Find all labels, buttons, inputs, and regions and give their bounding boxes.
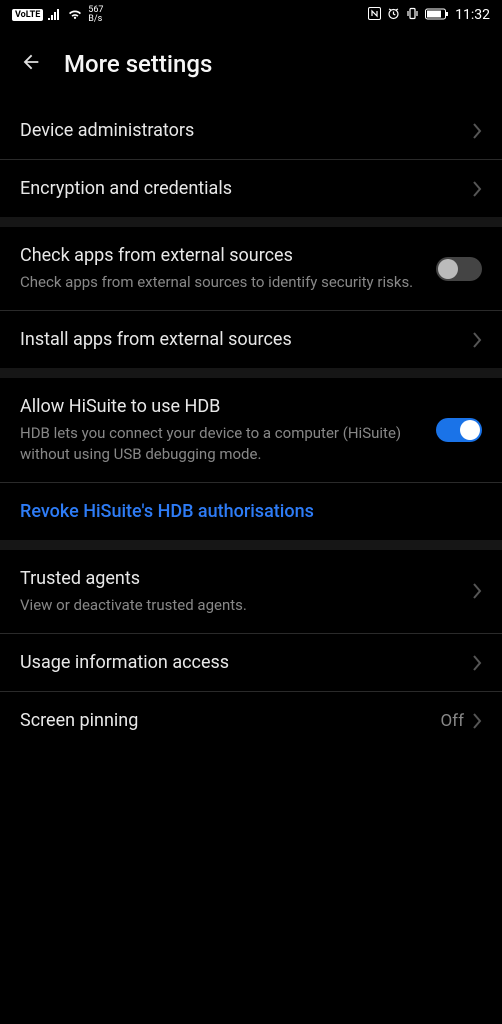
chevron-right-icon bbox=[472, 582, 482, 600]
toggle-hisuite-hdb[interactable] bbox=[436, 418, 482, 442]
row-value: Off bbox=[440, 711, 464, 731]
title-bar: More settings bbox=[0, 30, 502, 102]
row-screen-pinning[interactable]: Screen pinning Off bbox=[0, 692, 502, 749]
settings-group-3: Allow HiSuite to use HDB HDB lets you co… bbox=[0, 378, 502, 540]
vibrate-icon bbox=[406, 7, 419, 23]
section-divider bbox=[0, 540, 502, 550]
row-title: Encryption and credentials bbox=[20, 178, 472, 199]
row-title: Install apps from external sources bbox=[20, 329, 472, 350]
row-revoke-hdb-auth[interactable]: Revoke HiSuite's HDB authorisations bbox=[0, 483, 502, 540]
row-subtitle: HDB lets you connect your device to a co… bbox=[20, 423, 436, 464]
row-subtitle: Check apps from external sources to iden… bbox=[20, 272, 436, 292]
chevron-right-icon bbox=[472, 122, 482, 140]
row-title: Usage information access bbox=[20, 652, 472, 673]
battery-icon bbox=[425, 8, 449, 23]
alarm-icon bbox=[387, 7, 400, 23]
toggle-check-apps[interactable] bbox=[436, 257, 482, 281]
status-left: VoLTE 567 B/s bbox=[12, 6, 103, 24]
chevron-right-icon bbox=[472, 180, 482, 198]
settings-group-4: Trusted agents View or deactivate truste… bbox=[0, 550, 502, 755]
section-divider bbox=[0, 368, 502, 378]
row-encryption-credentials[interactable]: Encryption and credentials bbox=[0, 160, 502, 217]
row-subtitle: View or deactivate trusted agents. bbox=[20, 595, 472, 615]
row-usage-information-access[interactable]: Usage information access bbox=[0, 634, 502, 692]
link-text: Revoke HiSuite's HDB authorisations bbox=[20, 501, 314, 522]
back-button[interactable] bbox=[20, 51, 42, 77]
row-trusted-agents[interactable]: Trusted agents View or deactivate truste… bbox=[0, 550, 502, 634]
row-check-apps-external[interactable]: Check apps from external sources Check a… bbox=[0, 227, 502, 311]
row-title: Check apps from external sources bbox=[20, 245, 436, 266]
settings-group-1: Device administrators Encryption and cre… bbox=[0, 102, 502, 217]
status-bar: VoLTE 567 B/s 11:32 bbox=[0, 0, 502, 30]
volte-badge: VoLTE bbox=[12, 9, 43, 21]
page-title: More settings bbox=[64, 50, 212, 78]
row-title: Device administrators bbox=[20, 120, 472, 141]
chevron-right-icon bbox=[472, 712, 482, 730]
chevron-right-icon bbox=[472, 654, 482, 672]
row-title: Allow HiSuite to use HDB bbox=[20, 396, 436, 417]
row-title: Screen pinning bbox=[20, 710, 440, 731]
chevron-right-icon bbox=[472, 331, 482, 349]
section-divider bbox=[0, 217, 502, 227]
arrow-left-icon bbox=[20, 51, 42, 73]
row-device-administrators[interactable]: Device administrators bbox=[0, 102, 502, 160]
settings-group-2: Check apps from external sources Check a… bbox=[0, 227, 502, 368]
row-allow-hisuite-hdb[interactable]: Allow HiSuite to use HDB HDB lets you co… bbox=[0, 378, 502, 483]
nfc-icon bbox=[368, 7, 381, 23]
net-speed: 567 B/s bbox=[88, 6, 103, 24]
row-title: Trusted agents bbox=[20, 568, 472, 589]
status-right: 11:32 bbox=[368, 7, 490, 23]
clock: 11:32 bbox=[455, 7, 490, 23]
row-install-apps-external[interactable]: Install apps from external sources bbox=[0, 311, 502, 368]
wifi-icon bbox=[67, 8, 83, 23]
signal-icon bbox=[48, 8, 62, 23]
